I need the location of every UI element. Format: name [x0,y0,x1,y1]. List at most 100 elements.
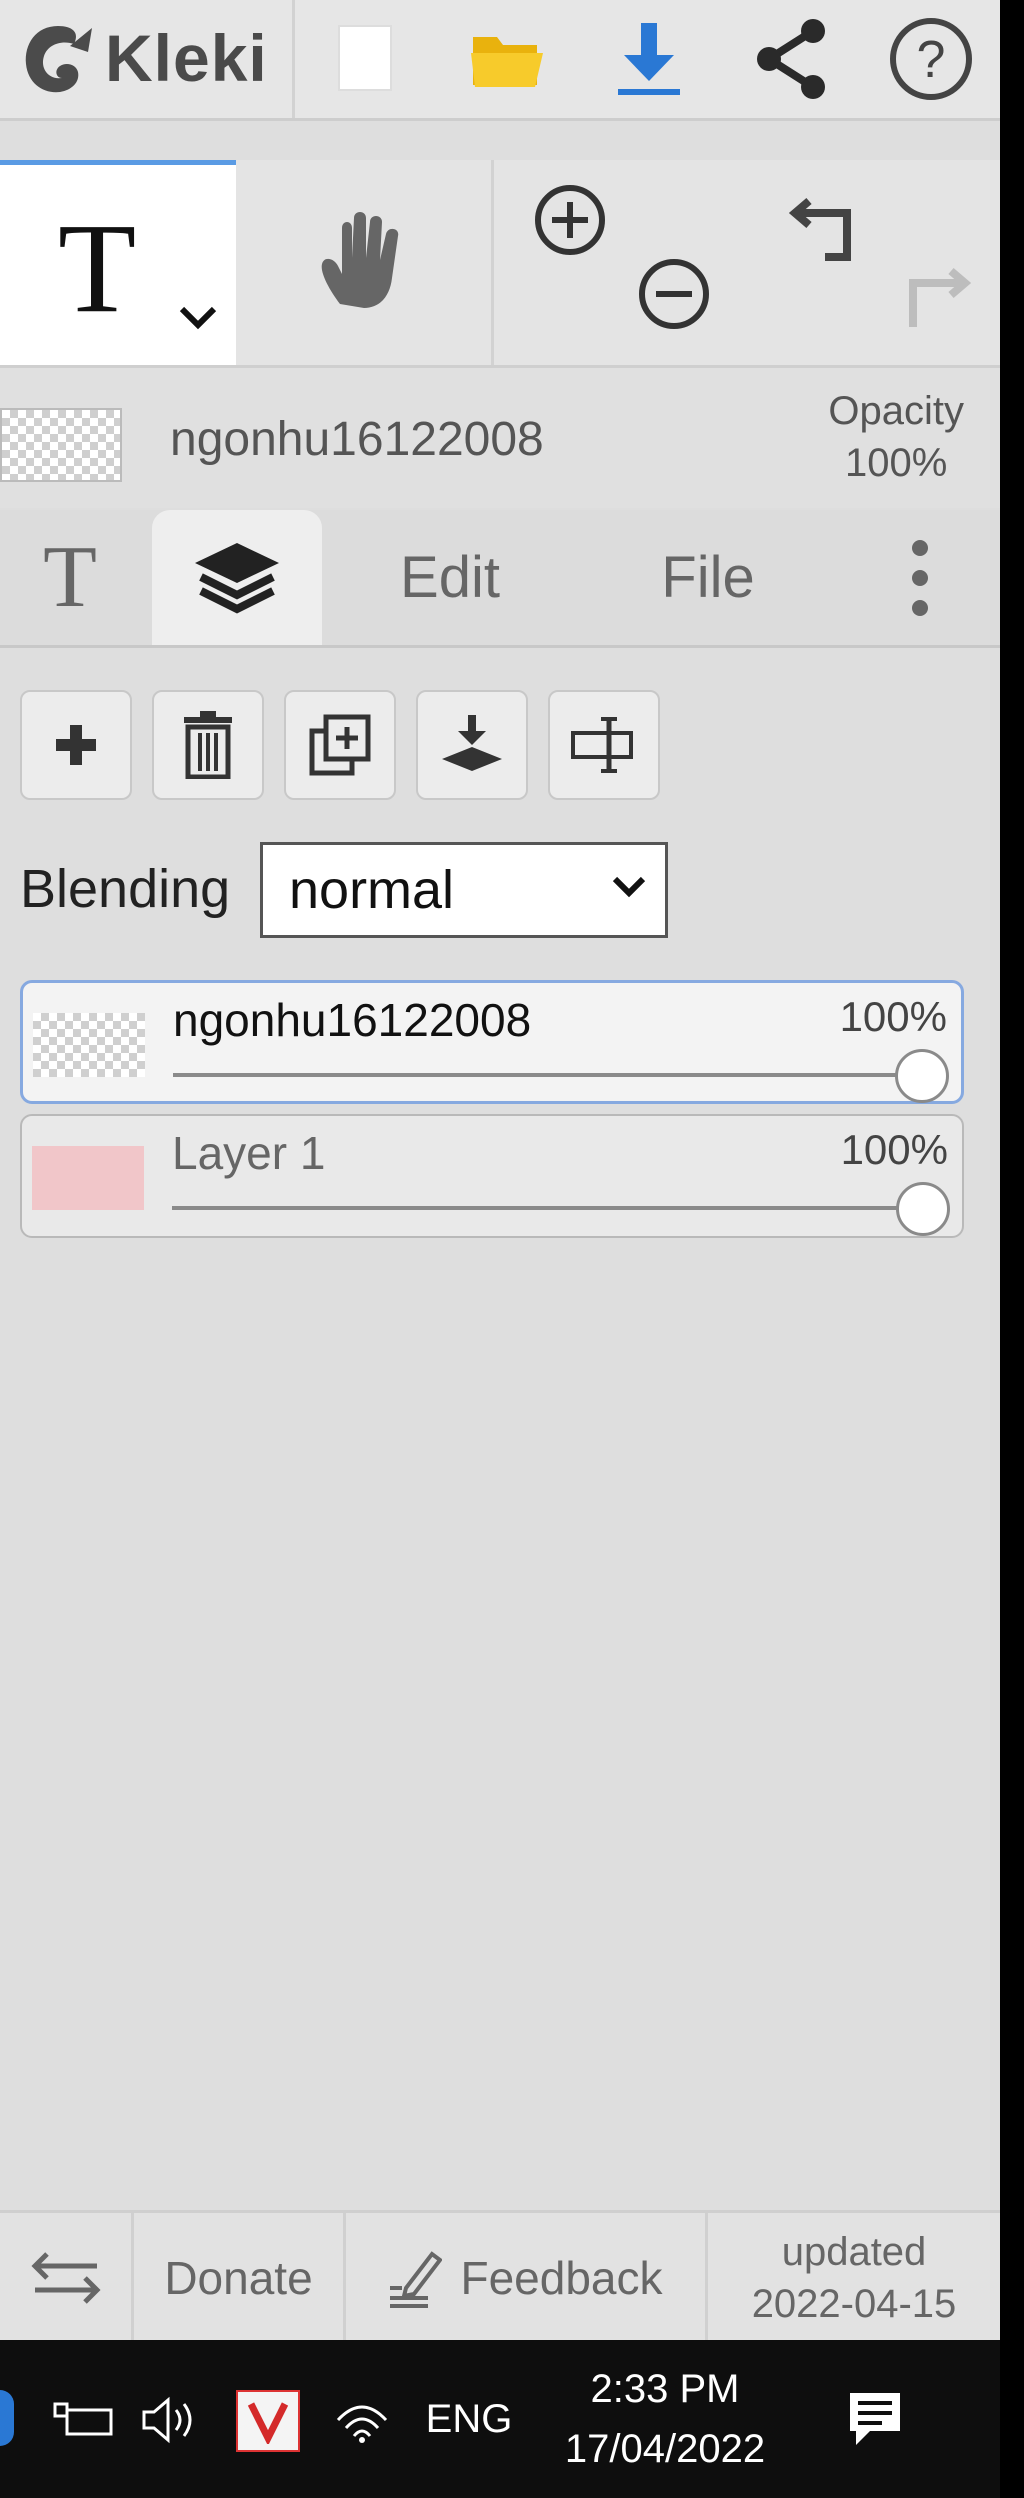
swap-arrows-icon [30,2252,101,2304]
logo-text: Kleki [105,21,268,95]
layer-name: ngonhu16122008 [173,994,532,1046]
clock-button[interactable]: 2:33 PM 17/04/2022 [540,2352,790,2486]
chevron-down-icon[interactable] [178,305,218,331]
input-language-button[interactable]: ENG [414,2384,524,2454]
save-button[interactable] [604,14,694,104]
pencil-icon [390,2251,443,2308]
layer-opacity-slider-handle[interactable] [895,1049,949,1103]
donate-label: Donate [164,2252,313,2304]
vietnamese-input-button[interactable] [236,2390,300,2452]
hand-icon [321,211,398,308]
opacity-label: Opacity [828,389,964,433]
layer-opacity: 100% [839,993,947,1040]
duplicate-layer-button[interactable] [284,690,396,800]
more-menu-button[interactable] [880,510,960,645]
footer-bar: Donate Feedback updated 2022-04-15 [0,2210,1000,2340]
tab-tool-settings[interactable]: T [0,510,140,645]
swap-sides-button[interactable] [0,2213,134,2340]
layer-item[interactable]: ngonhu16122008 100% [20,980,964,1104]
open-file-button[interactable] [462,14,552,104]
clock-time: 2:33 PM [590,2367,740,2411]
opacity-readout: Opacity 100% [828,385,964,489]
duplicate-icon [309,714,371,776]
blending-value: normal [289,860,455,920]
layer-name: Layer 1 [172,1127,326,1179]
tab-edit[interactable]: Edit [360,510,540,645]
tool-row: T [0,160,1000,368]
tab-tool-settings-label: T [43,529,97,626]
delete-layer-button[interactable] [152,690,264,800]
top-bar: Kleki ? [0,0,1000,121]
vietkey-icon [247,2402,289,2444]
language-label: ENG [425,2396,513,2441]
folder-icon [471,37,543,87]
notification-center-button[interactable] [836,2384,916,2454]
share-button[interactable] [746,14,836,104]
tab-file[interactable]: File [608,510,808,645]
layer-item[interactable]: Layer 1 100% [20,1114,964,1238]
blending-select[interactable]: normal [260,842,668,938]
zoom-in-button[interactable] [530,180,610,260]
layer-opacity-slider-track[interactable] [173,1073,921,1077]
new-file-icon [338,25,392,91]
layer-opacity-slider-handle[interactable] [896,1182,950,1236]
plus-icon [56,725,96,765]
redo-button[interactable] [886,252,976,342]
tab-layers[interactable] [152,510,322,645]
trash-icon [184,711,232,779]
speaker-icon [142,2396,192,2444]
current-layer-name: ngonhu16122008 [170,413,544,466]
updated-label: updated [781,2230,927,2274]
kleki-logo[interactable]: Kleki [0,0,295,118]
opacity-value: 100% [845,441,948,485]
layer-thumbnail [32,1146,144,1210]
text-tool-glyph: T [58,197,137,339]
merge-down-button[interactable] [416,690,528,800]
updated-date: 2022-04-15 [751,2282,957,2326]
layer-opacity-slider-track[interactable] [172,1206,922,1210]
layers-icon [195,542,279,613]
zoom-out-icon [639,259,709,329]
kebab-menu-icon [912,539,928,616]
battery-plug-icon [53,2402,113,2436]
new-file-button[interactable] [320,14,410,104]
hand-tool-button[interactable] [236,160,494,365]
help-icon: ? [890,18,972,100]
donate-link[interactable]: Donate [134,2213,346,2340]
feedback-label: Feedback [460,2252,663,2304]
tab-edit-label: Edit [400,545,500,610]
kleki-logo-icon [25,26,92,93]
tab-file-label: File [661,545,755,610]
add-layer-button[interactable] [20,690,132,800]
feedback-link[interactable]: Feedback [346,2213,708,2340]
svg-text:?: ? [917,31,946,89]
notification-icon [850,2393,900,2445]
zoom-in-icon [535,185,605,255]
windows-taskbar: ENG 2:33 PM 17/04/2022 [0,2340,1000,2498]
layer-opacity: 100% [840,1126,948,1173]
blending-label: Blending [20,859,231,919]
network-adapter-button[interactable] [50,2392,120,2448]
layer-thumbnail [33,1013,145,1077]
rename-icon [571,717,633,773]
kleki-side-panel: Kleki ? T ngonhu16122008 Opacity 100% T … [0,0,1000,2340]
wifi-icon [336,2405,388,2443]
current-layer-thumbnail [0,408,122,482]
help-button[interactable]: ? [886,14,976,104]
chevron-down-icon [612,876,646,898]
merge-down-icon [442,715,502,771]
text-tool-button[interactable]: T [0,160,236,365]
zoom-out-button[interactable] [634,254,714,334]
update-info[interactable]: updated 2022-04-15 [708,2213,1000,2340]
wifi-button[interactable] [330,2392,394,2448]
app-icon-partial[interactable] [0,2390,14,2446]
undo-button[interactable] [784,182,874,272]
download-icon [618,23,680,95]
redo-icon [909,267,971,327]
volume-button[interactable] [138,2392,208,2448]
rename-layer-button[interactable] [548,690,660,800]
share-icon [757,19,825,99]
panel-tabs: T Edit File [0,510,1000,648]
undo-icon [789,197,851,261]
window-edge [1000,0,1024,2498]
